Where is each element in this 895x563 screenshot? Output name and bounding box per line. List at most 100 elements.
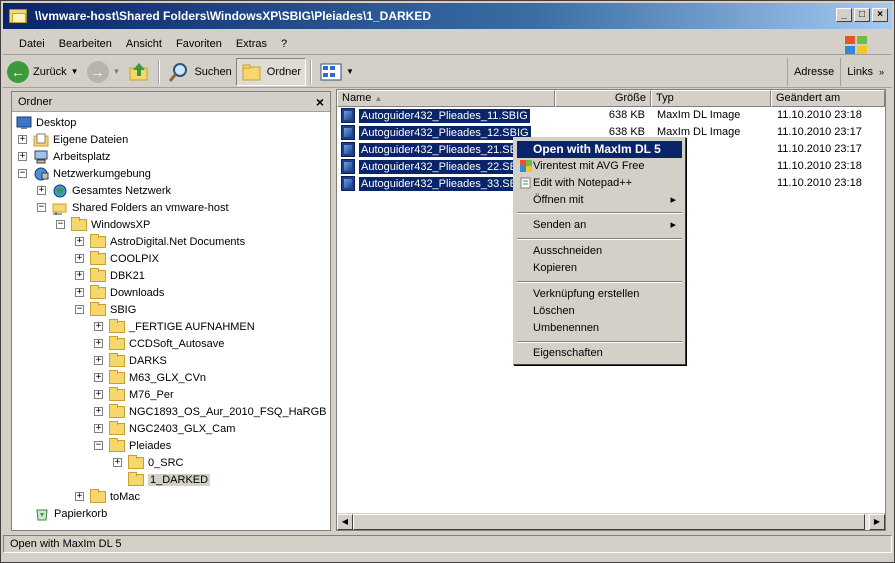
expand-icon[interactable]: + [75,492,84,501]
column-name[interactable]: Name ▲ [337,90,555,107]
menu-bearbeiten[interactable]: Bearbeiten [52,34,119,54]
chevron-right-icon[interactable]: » [879,67,892,77]
maximize-button[interactable]: □ [854,8,870,22]
menu-open-with[interactable]: Öffnen mit ▸ [517,192,682,209]
tree-item[interactable]: + _FERTIGE AUFNAHMEN [94,318,255,335]
collapse-icon[interactable]: − [94,441,103,450]
forward-button[interactable]: → ▼ [83,58,125,86]
menu-create-shortcut[interactable]: Verknüpfung erstellen [517,286,682,303]
menu-copy[interactable]: Kopieren [517,260,682,277]
title-bar[interactable]: \\vmware-host\Shared Folders\WindowsXP\S… [3,3,892,29]
menu-properties[interactable]: Eigenschaften [517,345,682,362]
column-type[interactable]: Typ [651,90,771,107]
folder-icon [109,420,125,435]
menu-send-to[interactable]: Senden an ▸ [517,217,682,234]
scroll-left-icon[interactable]: ◀ [337,514,353,530]
search-button[interactable]: Suchen [164,58,235,86]
tree-item[interactable]: Desktop [16,114,76,131]
expand-icon[interactable]: + [18,152,27,161]
menu-favoriten[interactable]: Favoriten [169,34,229,54]
menu-ansicht[interactable]: Ansicht [119,34,169,54]
tree-item[interactable]: − Pleiades [94,437,171,454]
tree-item[interactable]: − WindowsXP [56,216,150,233]
expand-icon[interactable]: + [94,322,103,331]
expand-icon[interactable]: + [94,356,103,365]
tree-item[interactable]: + Arbeitsplatz [18,148,110,165]
folder-icon [71,216,87,231]
tree-item[interactable]: + DBK21 [75,267,145,284]
sort-up-icon: ▲ [374,94,383,103]
collapse-icon[interactable]: − [18,169,27,178]
tree-item[interactable]: − Netzwerkumgebung [18,165,151,182]
minimize-button[interactable]: _ [836,8,852,22]
tree-item[interactable]: + CCDSoft_Autosave [94,335,224,352]
collapse-icon[interactable]: − [75,305,84,314]
scroll-right-icon[interactable]: ▶ [869,514,885,530]
recycle-bin-icon [36,509,48,520]
column-date[interactable]: Geändert am [771,90,885,107]
tree-item[interactable]: + Downloads [75,284,164,301]
tree-item[interactable]: − SBIG [75,301,136,318]
globe-icon [53,184,67,197]
tree-item[interactable]: + COOLPIX [75,250,159,267]
menu-delete[interactable]: Löschen [517,303,682,320]
expand-icon[interactable]: + [94,373,103,382]
tree-item[interactable]: + NGC2403_GLX_Cam [94,420,235,437]
tree-item[interactable]: + Eigene Dateien [18,131,128,148]
horizontal-scrollbar[interactable]: ◀ ▶ [337,513,885,530]
tree-item[interactable]: + Gesamtes Netzwerk [37,182,171,199]
tree-item[interactable]: + M76_Per [94,386,174,403]
folder-icon [90,233,106,248]
expand-icon[interactable]: + [94,407,103,416]
menu-separator [517,212,682,214]
column-size[interactable]: Größe [555,90,651,107]
tree-item[interactable]: + DARKS [94,352,167,369]
tree-item[interactable]: + 0_SRC [113,454,183,471]
folder-icon [128,454,144,469]
expand-icon[interactable]: + [18,135,27,144]
expand-icon[interactable]: + [113,458,122,467]
menu-cut[interactable]: Ausschneiden [517,243,682,260]
expand-icon[interactable]: + [94,424,103,433]
file-row[interactable]: Autoguider432_Plieades_11.SBIG 638 KB Ma… [337,107,885,124]
address-label[interactable]: Adresse [786,58,840,86]
folder-icon [90,284,106,299]
menu-virus-scan[interactable]: Virentest mit AVG Free [517,158,682,175]
close-pane-icon[interactable]: × [316,94,324,110]
menu-datei[interactable]: Datei [3,34,52,54]
tree-item[interactable]: + M63_GLX_CVn [94,369,206,386]
network-share-icon [52,203,67,215]
tree-item[interactable]: + NGC1893_OS_Aur_2010_FSQ_HaRGB [94,403,327,420]
menu-edit-notepad[interactable]: Edit with Notepad++ [517,175,682,192]
expand-icon[interactable]: + [75,254,84,263]
collapse-icon[interactable]: − [56,220,65,229]
windows-logo-icon [845,36,867,54]
expand-icon[interactable]: + [37,186,46,195]
menu-extras[interactable]: Extras [229,34,274,54]
avg-icon [520,160,532,172]
back-button[interactable]: ← Zurück ▼ [3,58,83,86]
expand-icon[interactable]: + [75,288,84,297]
links-label[interactable]: Links [840,58,879,86]
menu-help[interactable]: ? [274,34,294,54]
folders-button[interactable]: Ordner [235,57,307,86]
sbig-file-icon [341,142,355,157]
expand-icon[interactable]: + [94,390,103,399]
views-button[interactable]: ▼ [316,58,358,86]
tree-item[interactable]: + toMac [75,488,140,505]
menu-open-maxim[interactable]: Open with MaxIm DL 5 [517,141,682,158]
expand-icon[interactable]: + [94,339,103,348]
expand-icon[interactable]: + [75,271,84,280]
tree-item-selected[interactable]: 1_DARKED [113,471,211,488]
collapse-icon[interactable]: − [37,203,46,212]
folder-tree-pane: Ordner × Desktop + Eigene Dateien + Arbe… [11,91,331,531]
scroll-thumb[interactable] [353,514,865,530]
up-button[interactable] [124,58,154,86]
tree-item[interactable]: + AstroDigital.Net Documents [75,233,245,250]
close-button[interactable]: × [872,8,888,22]
expand-icon[interactable]: + [75,237,84,246]
tree-item[interactable]: − Shared Folders an vmware-host [37,199,229,216]
tree-item[interactable]: Papierkorb [34,505,107,522]
menu-rename[interactable]: Umbenennen [517,320,682,337]
